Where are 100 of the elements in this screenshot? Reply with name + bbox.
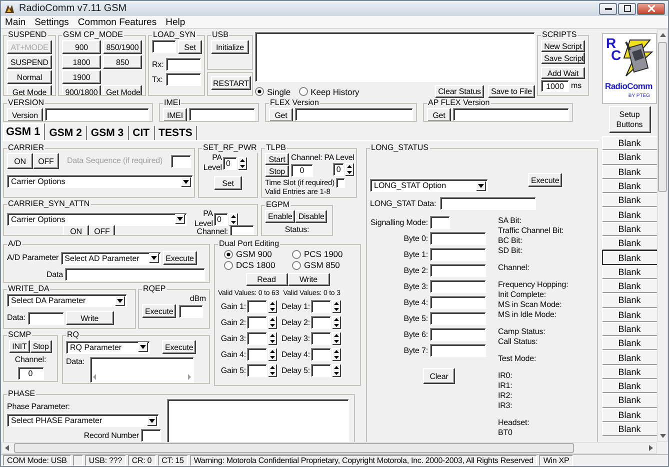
get-button[interactable]: IMEI [163, 108, 187, 121]
add-wait-button[interactable]: Add Wait [541, 67, 585, 79]
mode-button[interactable]: SUSPEND [7, 55, 52, 69]
dual-port-button[interactable]: Read [246, 273, 288, 286]
band-button[interactable]: 850 [103, 55, 142, 69]
input-field[interactable] [430, 264, 486, 277]
input-field[interactable]: 0 [214, 212, 228, 226]
get-button[interactable]: Get [427, 108, 451, 121]
shortcut-button[interactable]: Blank [602, 136, 657, 150]
input-field[interactable] [430, 232, 486, 245]
radio-button[interactable]: Keep History [298, 86, 360, 96]
input-field[interactable] [311, 316, 331, 329]
input-field[interactable] [247, 348, 267, 361]
shortcut-button[interactable]: Blank [602, 193, 657, 208]
set-button[interactable]: Set [178, 40, 202, 54]
shortcut-button[interactable]: Blank [602, 336, 657, 350]
input-field[interactable] [311, 348, 331, 361]
dropdown[interactable]: RQ Parameter [66, 340, 150, 354]
input-field[interactable] [295, 108, 413, 121]
toggle-button[interactable]: OFF [33, 153, 59, 169]
input-field[interactable] [179, 304, 204, 318]
execute-button[interactable]: Execute [142, 304, 176, 318]
input-field[interactable] [430, 328, 486, 341]
input-field[interactable] [152, 40, 176, 53]
input-field[interactable] [166, 58, 201, 71]
input-field[interactable] [430, 280, 486, 293]
shortcut-button[interactable]: Blank [602, 178, 657, 194]
data-field[interactable] [90, 357, 194, 383]
maximize-button[interactable] [618, 2, 636, 14]
input-field[interactable]: 0 [223, 156, 237, 170]
menu-item[interactable]: Settings [34, 16, 69, 28]
tab[interactable]: GSM 1 [3, 123, 46, 140]
toggle-button[interactable]: Enable [265, 210, 296, 223]
input-field[interactable] [311, 332, 331, 345]
toggle-button[interactable]: Disable [295, 210, 328, 223]
radio-button[interactable]: GSM 900 [224, 249, 292, 259]
input-field[interactable]: 0 [18, 367, 44, 380]
input-field[interactable] [453, 108, 569, 121]
tab[interactable]: CIT [128, 126, 155, 140]
dropdown[interactable]: Select AD Parameter [60, 252, 161, 264]
get-button[interactable]: Version [7, 108, 43, 121]
spinner[interactable] [345, 163, 354, 176]
radio-button[interactable]: GSM 850 [292, 260, 360, 270]
input-field[interactable] [336, 178, 345, 188]
shortcut-button[interactable]: Blank [602, 250, 657, 265]
band-button[interactable]: 1800 [62, 55, 101, 69]
spinner[interactable] [268, 364, 277, 377]
close-button[interactable] [637, 2, 665, 14]
input-field[interactable] [311, 364, 331, 377]
spinner[interactable] [332, 316, 341, 329]
execute-button[interactable]: Execute [528, 173, 562, 187]
dual-port-button[interactable]: Write [288, 273, 330, 286]
toggle-button[interactable]: ON [63, 225, 89, 235]
radio-button[interactable]: PCS 1900 [292, 249, 360, 259]
input-field[interactable] [247, 364, 267, 377]
vertical-scrollbar[interactable] [657, 29, 668, 442]
horizontal-scrollbar[interactable] [1, 442, 657, 454]
spinner[interactable] [332, 364, 341, 377]
dropdown[interactable]: Select DA Parameter [7, 294, 127, 307]
scroll-down-icon[interactable] [660, 434, 666, 438]
radio-button[interactable]: DCS 1800 [224, 260, 292, 270]
input-field[interactable] [45, 108, 149, 121]
shortcut-button[interactable]: Blank [602, 164, 657, 179]
shortcut-button[interactable]: Blank [602, 222, 657, 236]
spinner[interactable] [332, 300, 341, 313]
input-field[interactable] [170, 154, 191, 168]
shortcut-button[interactable]: Blank [602, 379, 657, 394]
shortcut-button[interactable]: Blank [602, 236, 657, 250]
toggle-button[interactable]: ON [7, 153, 33, 169]
shortcut-button[interactable]: Blank [602, 264, 657, 279]
spinner[interactable] [229, 212, 238, 226]
shortcut-button[interactable]: Blank [602, 393, 657, 408]
set-button[interactable]: Set [214, 176, 242, 190]
shortcut-button[interactable]: Blank [602, 408, 657, 422]
shortcut-button[interactable]: Blank [602, 350, 657, 365]
spinner[interactable] [238, 156, 247, 170]
radio-button[interactable]: Single [255, 86, 291, 96]
status-button[interactable]: Save to File [488, 85, 535, 98]
mode-button[interactable]: Normal [7, 70, 52, 84]
input-field[interactable]: 0 [333, 163, 344, 176]
spinner[interactable] [268, 348, 277, 361]
input-field[interactable] [311, 300, 331, 313]
input-field[interactable] [430, 344, 486, 357]
scroll-up-icon[interactable] [660, 33, 666, 37]
execute-button[interactable]: Execute [162, 340, 196, 354]
input-field[interactable]: 1000 [541, 80, 569, 92]
restart-button[interactable]: RESTART [211, 76, 251, 90]
input-field[interactable] [430, 248, 486, 261]
execute-button[interactable]: Execute [162, 251, 197, 265]
spinner[interactable] [332, 348, 341, 361]
input-field[interactable] [189, 108, 255, 121]
get-button[interactable]: Get [269, 108, 293, 121]
input-field[interactable] [166, 73, 201, 86]
status-button[interactable]: Clear Status [435, 85, 484, 98]
clear-button[interactable]: Clear [423, 368, 455, 384]
shortcut-button[interactable]: Blank [602, 278, 657, 294]
dropdown[interactable]: Carrier Options [7, 175, 193, 188]
band-button[interactable]: 1900 [62, 70, 101, 84]
input-field[interactable] [247, 316, 267, 329]
shortcut-button[interactable]: Blank [602, 293, 657, 308]
